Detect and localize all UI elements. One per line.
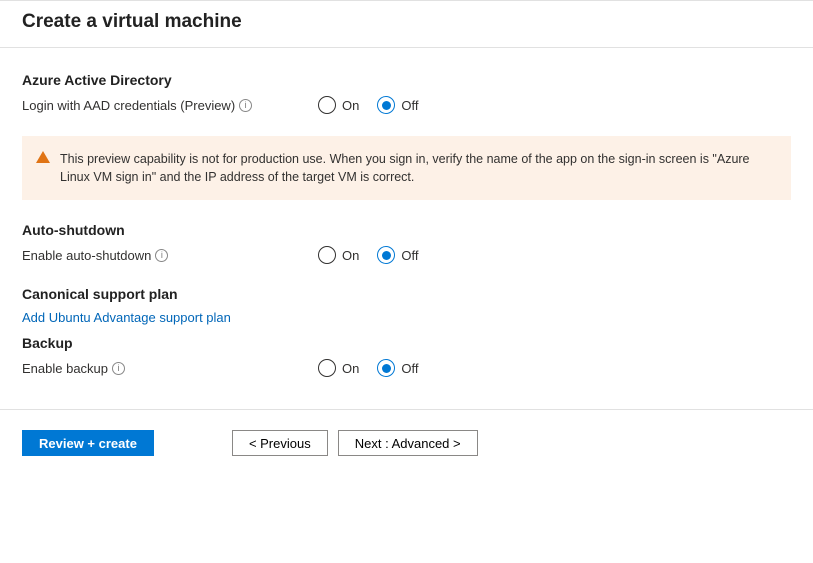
autoshutdown-field-label-text: Enable auto-shutdown xyxy=(22,248,151,263)
radio-icon xyxy=(377,96,395,114)
radio-label-off: Off xyxy=(401,248,418,263)
info-icon[interactable]: i xyxy=(239,99,252,112)
next-advanced-button[interactable]: Next : Advanced > xyxy=(338,430,478,456)
info-icon[interactable]: i xyxy=(112,362,125,375)
autoshutdown-heading: Auto-shutdown xyxy=(22,222,791,238)
alert-text: This preview capability is not for produ… xyxy=(60,150,773,186)
aad-field-label-text: Login with AAD credentials (Preview) xyxy=(22,98,235,113)
backup-radio-on[interactable]: On xyxy=(318,359,359,377)
radio-label-on: On xyxy=(342,248,359,263)
preview-warning-alert: This preview capability is not for produ… xyxy=(22,136,791,200)
backup-heading: Backup xyxy=(22,335,791,351)
radio-label-off: Off xyxy=(401,361,418,376)
autoshutdown-radio-on[interactable]: On xyxy=(318,246,359,264)
backup-field-label: Enable backup i xyxy=(22,361,298,376)
backup-radio-off[interactable]: Off xyxy=(377,359,418,377)
radio-icon xyxy=(318,359,336,377)
radio-icon xyxy=(377,246,395,264)
info-icon[interactable]: i xyxy=(155,249,168,262)
radio-label-on: On xyxy=(342,98,359,113)
autoshutdown-field-label: Enable auto-shutdown i xyxy=(22,248,298,263)
radio-icon xyxy=(318,246,336,264)
backup-field-label-text: Enable backup xyxy=(22,361,108,376)
previous-button[interactable]: < Previous xyxy=(232,430,328,456)
add-ubuntu-advantage-link[interactable]: Add Ubuntu Advantage support plan xyxy=(22,310,231,325)
aad-radio-off[interactable]: Off xyxy=(377,96,418,114)
page-title: Create a virtual machine xyxy=(22,11,791,33)
aad-field-label: Login with AAD credentials (Preview) i xyxy=(22,98,298,113)
radio-icon xyxy=(377,359,395,377)
review-create-button[interactable]: Review + create xyxy=(22,430,154,456)
radio-label-off: Off xyxy=(401,98,418,113)
canonical-heading: Canonical support plan xyxy=(22,286,791,302)
radio-icon xyxy=(318,96,336,114)
aad-heading: Azure Active Directory xyxy=(22,72,791,88)
warning-icon xyxy=(36,151,50,163)
radio-label-on: On xyxy=(342,361,359,376)
aad-radio-on[interactable]: On xyxy=(318,96,359,114)
autoshutdown-radio-off[interactable]: Off xyxy=(377,246,418,264)
